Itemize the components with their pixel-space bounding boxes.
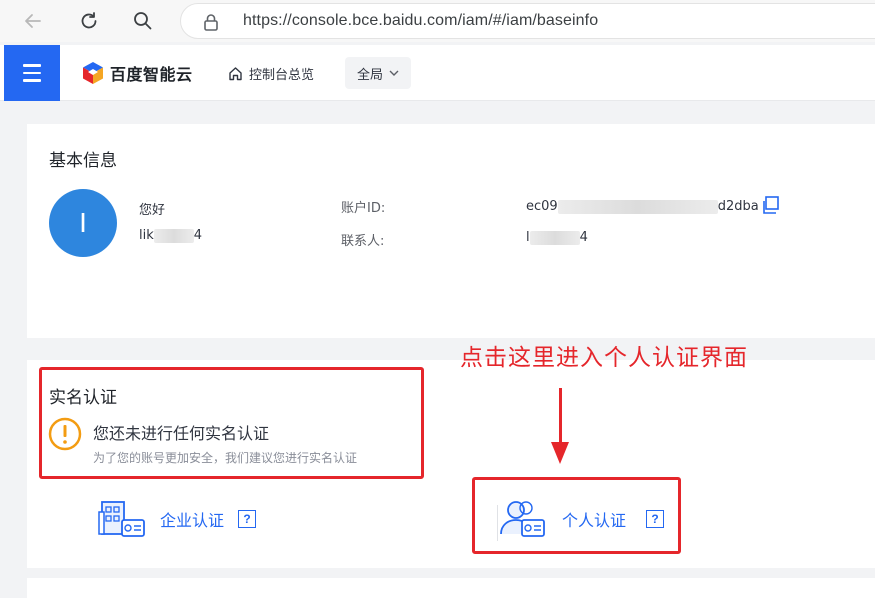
redacted-block [153, 228, 194, 243]
enterprise-building-icon [98, 501, 145, 537]
copy-icon[interactable] [761, 196, 779, 214]
annotation-arrow [559, 388, 562, 446]
username-prefix: lik [139, 228, 154, 243]
redacted-block [557, 199, 718, 214]
address-bar[interactable]: https://console.bce.baidu.com/iam/#/iam/… [180, 3, 875, 39]
account-id-prefix: ec09 [526, 199, 558, 214]
account-id-value: ec09 d2dba [526, 199, 759, 214]
url-text: https://console.bce.baidu.com/iam/#/iam/… [243, 12, 599, 29]
account-id-label: 账户ID: [341, 201, 386, 216]
search-icon [134, 12, 152, 30]
annotation-text: 点击这里进入个人认证界面 [460, 345, 748, 371]
chevron-down-icon [389, 70, 399, 76]
avatar-letter: I [79, 207, 87, 238]
username-suffix: 4 [193, 228, 203, 243]
arrow-left-icon [25, 14, 41, 28]
username: lik 4 [139, 228, 202, 243]
reload-icon [81, 12, 97, 29]
region-label: 全局 [356, 67, 383, 83]
menu-bar [23, 64, 41, 67]
contact-label: 联系人: [341, 234, 385, 249]
cube-logo-icon [83, 62, 103, 84]
region-select[interactable]: 全局 [345, 57, 411, 89]
account-id-suffix: d2dba [717, 199, 759, 214]
menu-bar [23, 71, 41, 75]
menu-button[interactable] [4, 45, 60, 101]
console-header: 百度智能云 控制台总览 全局 [0, 45, 875, 101]
avatar: I [49, 189, 117, 257]
baidu-cloud-logo[interactable]: 百度智能云 [82, 61, 193, 85]
lock-icon [204, 14, 218, 31]
contact-suffix: 4 [579, 230, 588, 245]
basic-info-title: 基本信息 [49, 151, 117, 171]
enterprise-help-icon[interactable]: ? [238, 510, 257, 528]
personal-auth-highlight-box [472, 477, 681, 554]
search-button[interactable] [130, 8, 156, 34]
basic-info-card: 基本信息 I 您好 lik 4 账户ID: ec09 d2dba 联系人: l4 [27, 124, 875, 338]
console-overview-label: 控制台总览 [249, 68, 315, 83]
next-card [27, 578, 875, 598]
logo-text: 百度智能云 [110, 65, 193, 84]
greeting-text: 您好 [139, 203, 166, 218]
reload-button[interactable] [76, 8, 102, 34]
annotation-arrow-head [551, 442, 569, 464]
menu-bar [23, 79, 41, 82]
console-overview-link[interactable]: 控制台总览 [228, 64, 314, 83]
home-icon [229, 67, 242, 81]
enterprise-auth-option[interactable]: 企业认证 ? [98, 498, 257, 540]
enterprise-auth-label: 企业认证 [160, 511, 225, 530]
contact-value: l4 [526, 230, 588, 245]
real-name-highlight-box [39, 367, 424, 479]
redacted-block [529, 230, 580, 245]
back-button[interactable] [20, 8, 46, 34]
browser-toolbar: https://console.bce.baidu.com/iam/#/iam/… [0, 0, 875, 42]
